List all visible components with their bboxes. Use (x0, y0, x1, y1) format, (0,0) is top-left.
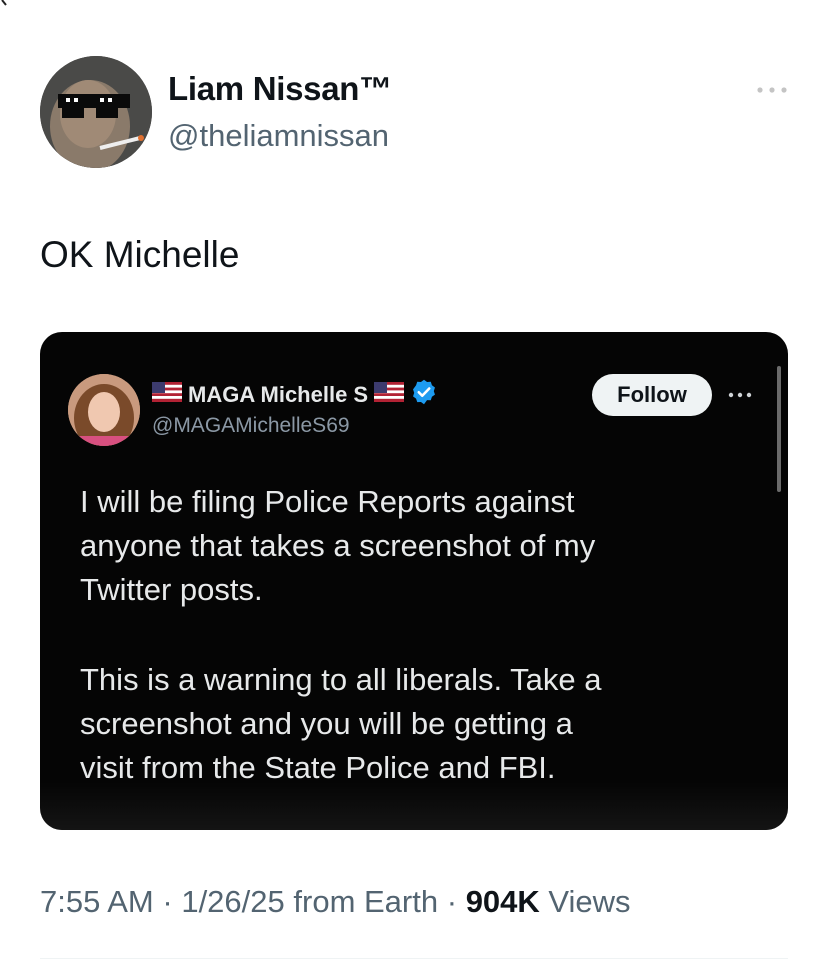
views-count[interactable]: 904K (466, 884, 540, 919)
embedded-paragraph-1: I will be filing Police Reports against … (80, 484, 596, 607)
embedded-author-name: MAGA Michelle S (188, 381, 369, 407)
embedded-author-avatar (68, 374, 140, 446)
views-label[interactable]: Views (548, 884, 630, 919)
embedded-paragraph-2: This is a warning to all liberals. Take … (80, 662, 602, 785)
embedded-more-icon (726, 388, 754, 402)
us-flag-icon (374, 382, 405, 407)
author-avatar[interactable] (40, 56, 152, 168)
tweet-source: from Earth (293, 884, 439, 919)
tweet-time[interactable]: 7:55 AM (40, 884, 154, 919)
embedded-screenshot-image[interactable]: MAGA Michelle S @MAGAMichelleS69 Follow (40, 332, 788, 830)
follow-button: Follow (592, 374, 712, 416)
tweet-meta: 7:55 AM · 1/26/25 from Earth · 904K View… (40, 884, 631, 920)
embedded-bottom-fade (40, 782, 788, 830)
more-options-icon[interactable] (752, 78, 792, 102)
us-flag-icon (152, 382, 182, 407)
embedded-author-handle: @MAGAMichelleS69 (152, 414, 350, 437)
embedded-name-row: MAGA Michelle S (152, 378, 438, 411)
author-display-name[interactable]: Liam Nissan™ (168, 70, 392, 108)
author-handle[interactable]: @theliamnissan (168, 118, 389, 154)
divider (40, 958, 788, 959)
meta-separator: · (162, 884, 173, 919)
meta-separator: · (446, 884, 458, 919)
avatar-photo (40, 56, 152, 168)
tweet-date[interactable]: 1/26/25 (181, 884, 284, 919)
tweet-text: OK Michelle (40, 234, 240, 275)
embedded-scrollbar (777, 366, 781, 492)
cropped-glyph (1, 0, 7, 6)
verified-badge-icon (410, 378, 438, 411)
